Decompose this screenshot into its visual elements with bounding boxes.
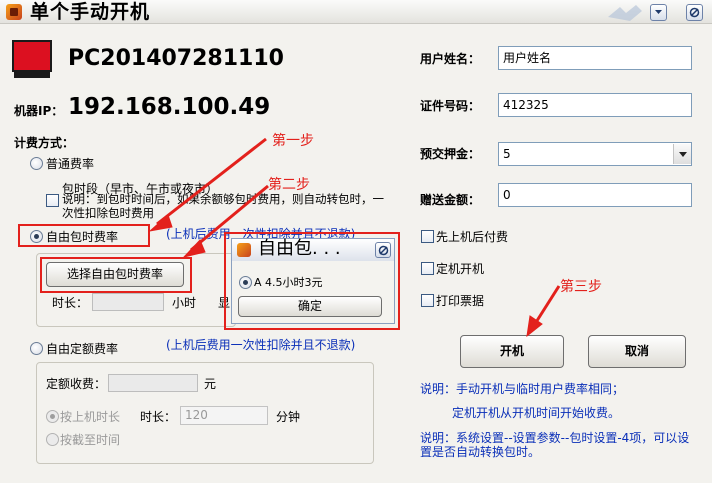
step1-arrowhead — [148, 214, 173, 232]
annotation-arrows — [148, 137, 561, 338]
step2-arrow — [190, 184, 269, 252]
step1-arrow — [156, 137, 267, 226]
